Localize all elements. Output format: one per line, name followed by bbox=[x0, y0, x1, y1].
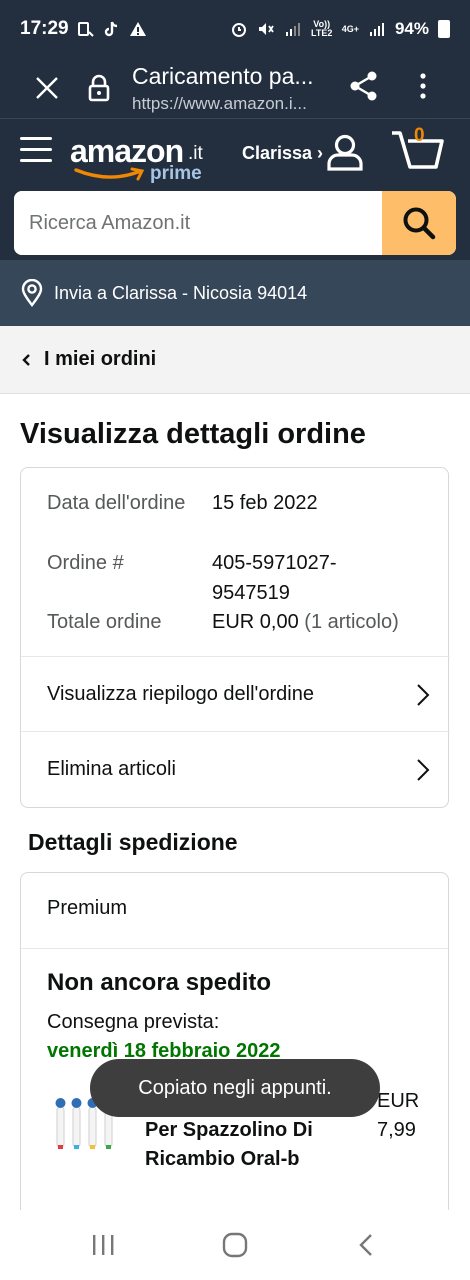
amazon-header: amazon .it prime Clarissa › 0 bbox=[0, 118, 470, 260]
mute-icon bbox=[257, 20, 275, 38]
order-info-card: Data dell'ordine 15 feb 2022 Ordine # 40… bbox=[20, 467, 450, 808]
more-options-icon[interactable] bbox=[408, 66, 438, 106]
order-date-value: 15 feb 2022 bbox=[212, 492, 318, 514]
search-bar bbox=[14, 191, 456, 255]
divider bbox=[21, 948, 448, 949]
shipping-card: Premium Non ancora spedito Consegna prev… bbox=[20, 872, 449, 1232]
product-price: EUR 7,99 bbox=[377, 1090, 420, 1141]
logo-smile-icon bbox=[74, 167, 145, 181]
android-navigation-bar bbox=[0, 1210, 470, 1280]
delivery-estimate-label: Consegna prevista: bbox=[47, 1011, 220, 1033]
battery-icon bbox=[438, 20, 450, 38]
share-icon[interactable] bbox=[346, 66, 382, 106]
cart-count: 0 bbox=[414, 125, 425, 146]
warning-icon bbox=[129, 20, 147, 38]
shipping-status: Non ancora spedito bbox=[47, 969, 272, 996]
page-title: Visualizza dettagli ordine bbox=[20, 418, 366, 450]
amazon-prime-logo[interactable]: amazon .it prime bbox=[70, 131, 220, 187]
view-order-summary-link[interactable]: Visualizza riepilogo dell'ordine bbox=[21, 656, 450, 731]
deliver-to-bar[interactable]: Invia a Clarissa - Nicosia 94014 bbox=[0, 260, 470, 326]
lock-icon[interactable] bbox=[84, 71, 114, 105]
home-icon[interactable] bbox=[217, 1230, 253, 1260]
signal-icon-1 bbox=[284, 20, 302, 38]
browser-url: https://www.amazon.i... bbox=[132, 93, 307, 113]
chevron-right-icon bbox=[417, 759, 430, 781]
view-order-summary-label: Visualizza riepilogo dell'ordine bbox=[47, 682, 314, 705]
status-right: Vo)) LTE2 4G+ 94% bbox=[230, 19, 450, 39]
browser-toolbar: Caricamento pa... https://www.amazon.i..… bbox=[0, 58, 470, 118]
chevron-left-icon bbox=[22, 353, 30, 366]
logo-prime: prime bbox=[150, 163, 202, 184]
back-to-orders[interactable]: I miei ordini bbox=[0, 326, 470, 394]
account-icon[interactable] bbox=[326, 133, 364, 171]
search-input[interactable] bbox=[14, 191, 382, 255]
back-label: I miei ordini bbox=[44, 348, 157, 370]
search-icon bbox=[403, 207, 436, 240]
location-pin-icon bbox=[20, 279, 44, 307]
status-left: 17:29 bbox=[20, 18, 147, 40]
order-total-label: Totale ordine bbox=[47, 611, 162, 633]
shipping-section-title: Dettagli spedizione bbox=[28, 829, 238, 855]
browser-page-title: Caricamento pa... bbox=[132, 62, 314, 89]
volte-label: Vo)) LTE2 bbox=[311, 19, 333, 38]
notification-app-icon bbox=[77, 20, 95, 38]
delete-items-link[interactable]: Elimina articoli bbox=[21, 731, 450, 806]
chevron-right-icon bbox=[417, 684, 430, 706]
order-total-amount: EUR 0,00 bbox=[212, 611, 299, 633]
search-button[interactable] bbox=[382, 191, 456, 255]
delete-items-label: Elimina articoli bbox=[47, 757, 176, 780]
browser-address[interactable]: Caricamento pa... https://www.amazon.i..… bbox=[132, 63, 342, 114]
order-total-items: (1 articolo) bbox=[304, 611, 399, 633]
toast-notification: Copiato negli appunti. bbox=[90, 1059, 380, 1117]
signal-icon-2 bbox=[368, 20, 386, 38]
order-total-value: EUR 0,00 (1 articolo) bbox=[212, 607, 432, 637]
account-link[interactable]: Clarissa › bbox=[242, 143, 323, 164]
tiktok-icon bbox=[103, 20, 121, 38]
recent-apps-icon[interactable] bbox=[85, 1230, 121, 1260]
network-type-label: 4G+ bbox=[341, 23, 359, 34]
alarm-icon bbox=[230, 20, 248, 38]
order-number-value: 405-5971027-9547519 bbox=[212, 552, 337, 604]
order-date-label: Data dell'ordine bbox=[47, 492, 186, 514]
status-bar: 17:29 Vo)) LTE2 4G+ 94% bbox=[0, 0, 470, 58]
battery-percent: 94% bbox=[394, 19, 429, 38]
shipping-speed: Premium bbox=[47, 897, 128, 919]
logo-tld: .it bbox=[188, 143, 203, 164]
back-icon[interactable] bbox=[348, 1230, 384, 1260]
status-time: 17:29 bbox=[20, 18, 69, 39]
order-number-label: Ordine # bbox=[47, 552, 124, 574]
hamburger-menu-icon[interactable] bbox=[20, 137, 52, 165]
close-icon[interactable] bbox=[28, 69, 66, 107]
deliver-to-text: Invia a Clarissa - Nicosia 94014 bbox=[54, 282, 308, 303]
